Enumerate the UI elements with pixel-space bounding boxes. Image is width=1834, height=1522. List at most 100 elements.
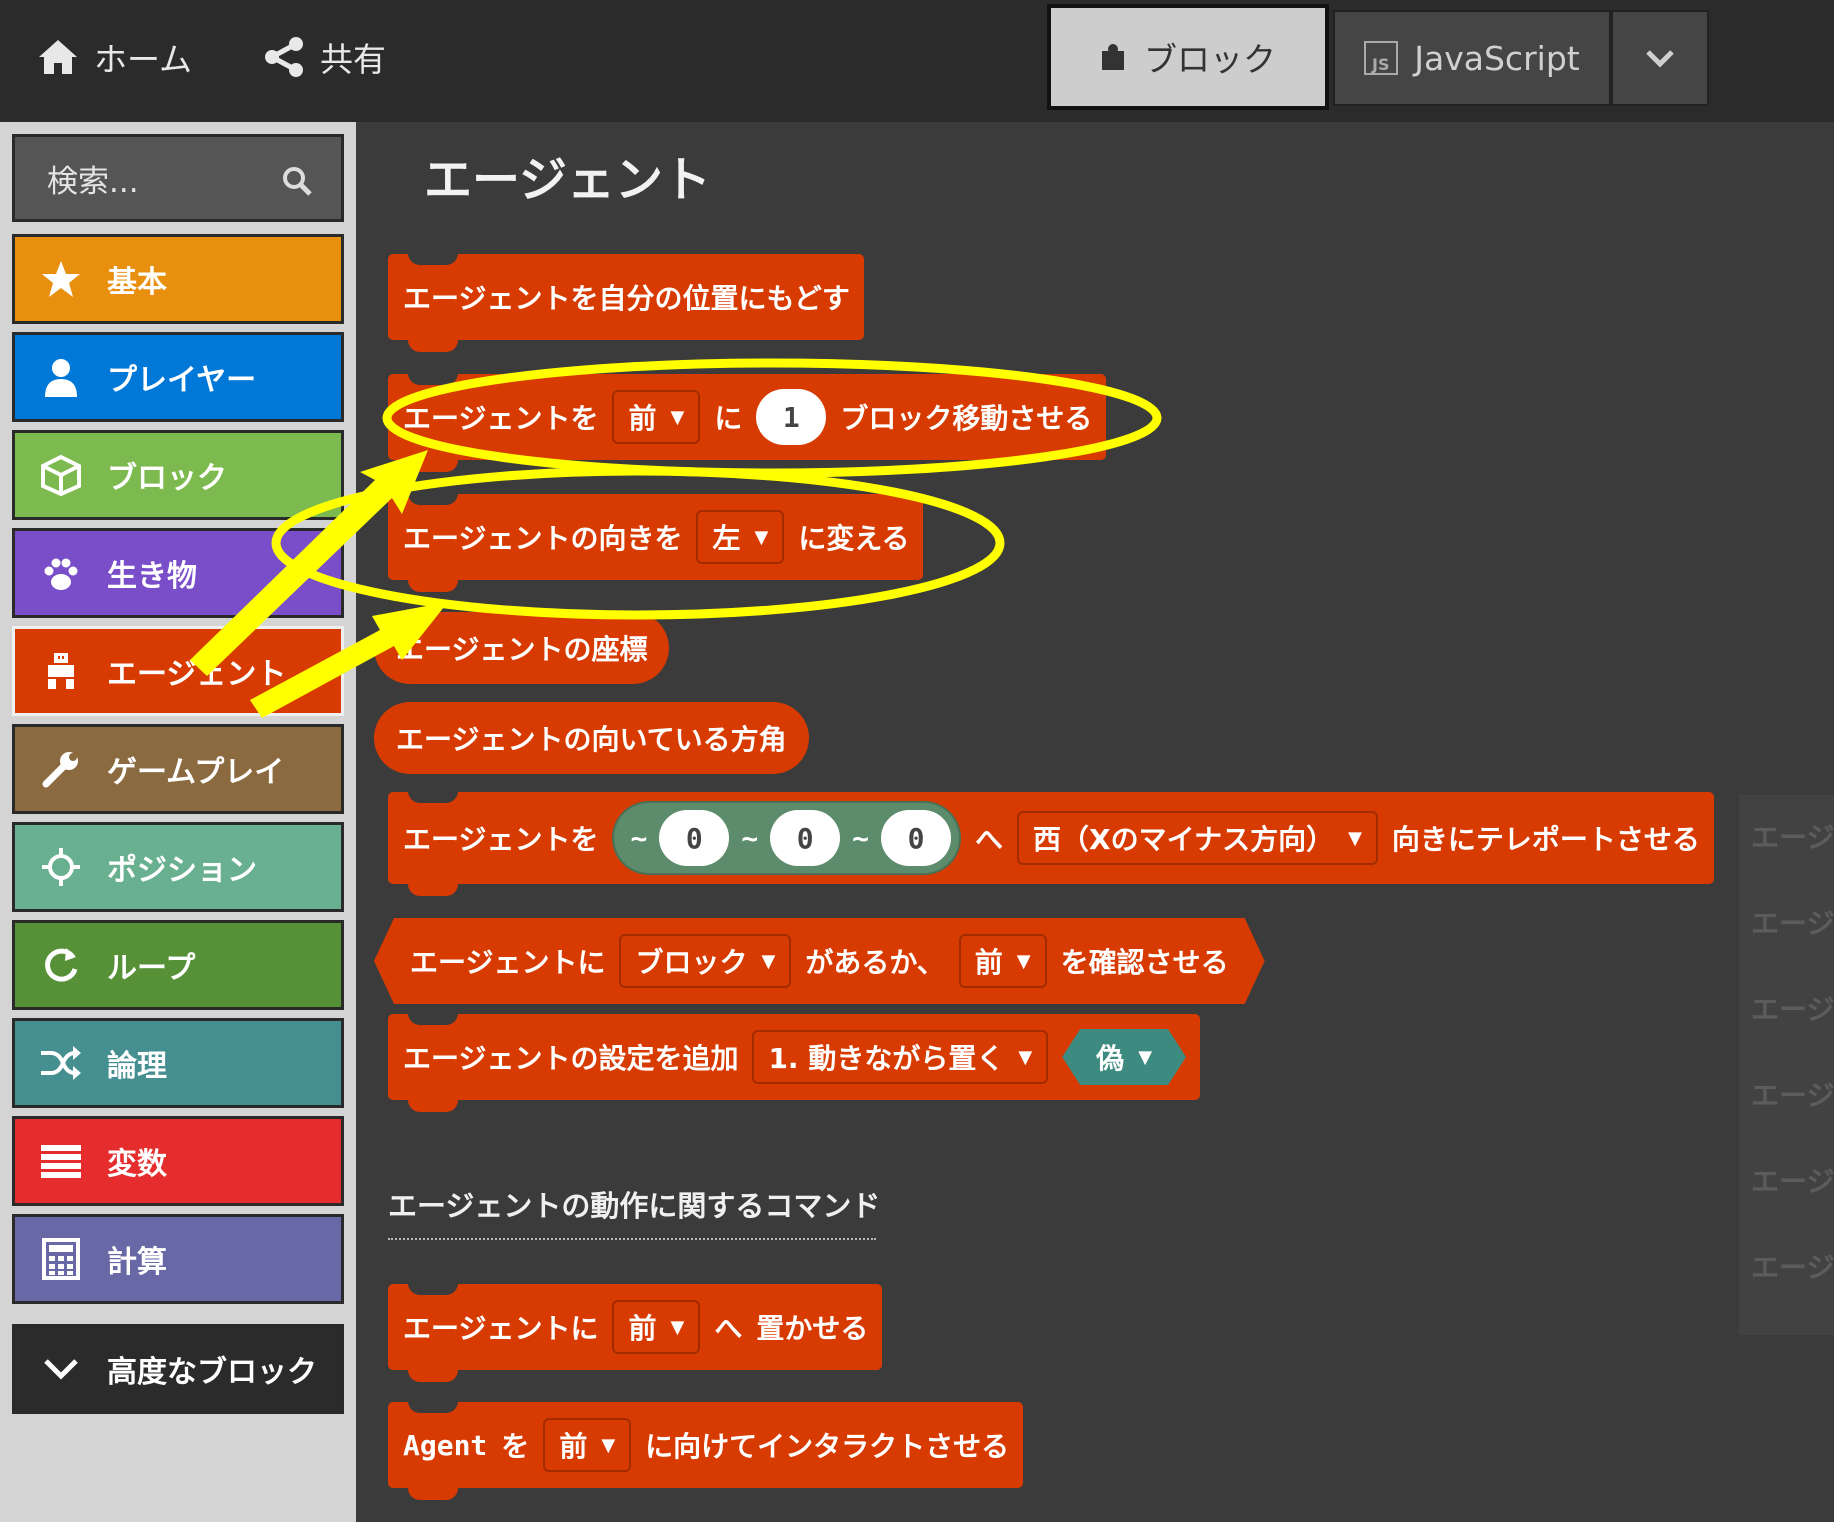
block-text: へ (714, 1312, 743, 1345)
detect-kind-dropdown[interactable]: ブロック ▼ (619, 934, 791, 988)
workspace-ghost-block: エージェ (1751, 1079, 1834, 1112)
category-mobs[interactable]: 生き物 (12, 528, 344, 618)
assist-option-dropdown[interactable]: 1. 動きながら置く ▼ (752, 1030, 1049, 1084)
javascript-editor-button[interactable]: JS JavaScript (1333, 10, 1611, 106)
share-button[interactable]: 共有 (262, 22, 386, 92)
workspace-ghost-block: エージェ (1751, 821, 1834, 854)
agent-icon (15, 626, 107, 716)
z-coordinate-input[interactable]: 0 (881, 810, 952, 866)
block-text: エージェントの座標 (396, 633, 648, 666)
category-basic[interactable]: 基本 (12, 234, 344, 324)
block-agent-teleport[interactable]: エージェントを ~ 0 ~ 0 ~ 0 へ 西（Xのマイナス方向） ▼ 向きにテレ… (388, 791, 1714, 896)
block-text: を確認させる (1060, 946, 1229, 979)
block-agent-place[interactable]: エージェントに 前 ▼ へ 置かせる (388, 1283, 883, 1382)
block-text: エージェントの向きを (403, 522, 683, 555)
wrench-icon (15, 724, 107, 814)
category-label: プレイヤー (107, 363, 257, 398)
category-label: ゲームプレイ (107, 755, 285, 790)
block-text: があるか、 (805, 946, 945, 979)
blocks-editor-button[interactable]: ブロック (1047, 4, 1329, 110)
caret-down-icon: ▼ (1018, 1046, 1033, 1068)
y-coordinate-input[interactable]: 0 (770, 810, 841, 866)
category-blocks[interactable]: ブロック (12, 430, 344, 520)
block-text: に変える (798, 522, 910, 555)
category-loops[interactable]: ループ (12, 920, 344, 1010)
turn-direction-dropdown[interactable]: 左 ▼ (696, 510, 785, 564)
category-math[interactable]: 計算 (12, 1214, 344, 1304)
dropdown-value: 左 (712, 522, 741, 555)
block-text: エージェントの向いている方角 (396, 723, 787, 756)
block-text: エージェントの設定を追加 (403, 1042, 739, 1075)
puzzle-icon (1102, 44, 1124, 70)
category-label: 計算 (107, 1245, 167, 1280)
category-label: ブロック (107, 461, 227, 496)
person-icon (15, 332, 107, 422)
editor-dropdown-button[interactable] (1611, 10, 1709, 106)
block-agent-turn[interactable]: エージェントの向きを 左 ▼ に変える (388, 493, 924, 592)
direction-dropdown[interactable]: 前 ▼ (612, 1300, 701, 1354)
workspace-ghost-block: エージェ (1751, 907, 1834, 940)
dropdown-value: 西（Xのマイナス方向） (1033, 823, 1335, 856)
svg-text:JS: JS (1371, 55, 1389, 74)
block-text: 向きにテレポートさせる (1391, 823, 1700, 856)
search-icon[interactable] (281, 165, 313, 197)
star-icon (15, 234, 107, 324)
block-agent-set-assist[interactable]: エージェントの設定を追加 1. 動きながら置く ▼ 偽 ▼ (388, 1013, 1201, 1112)
direction-dropdown[interactable]: 前 ▼ (959, 934, 1047, 988)
home-button[interactable]: ホーム (36, 22, 192, 92)
compass-direction-dropdown[interactable]: 西（Xのマイナス方向） ▼ (1017, 811, 1378, 865)
block-agent-direction[interactable]: エージェントの向いている方角 (374, 702, 809, 774)
search-box[interactable]: 検索... (12, 134, 344, 222)
top-bar: ホーム 共有 ブロック JS JavaScript (0, 0, 1834, 122)
block-agent-position[interactable]: エージェントの座標 (374, 612, 670, 684)
block-agent-teleport-to-player[interactable]: エージェントを自分の位置にもどす (388, 253, 864, 352)
home-label: ホーム (94, 40, 193, 79)
block-text: に向けてインタラクトさせる (645, 1430, 1010, 1463)
workspace-ghost-block: エージェ (1751, 993, 1834, 1026)
block-text: へ (975, 823, 1004, 856)
caret-down-icon: ▼ (601, 1434, 616, 1456)
category-label: 基本 (107, 265, 167, 300)
section-label: エージェントの動作に関するコマンド (388, 1189, 881, 1223)
boolean-dropdown[interactable]: 偽 ▼ (1062, 1029, 1186, 1085)
caret-down-icon: ▼ (761, 950, 776, 972)
block-agent-detect[interactable]: エージェントに ブロック ▼ があるか、 前 ▼ を確認させる (374, 918, 1265, 1004)
caret-down-icon: ▼ (1016, 950, 1031, 972)
cube-icon (15, 430, 107, 520)
javascript-editor-label: JavaScript (1414, 38, 1580, 78)
block-agent-interact[interactable]: Agent を 前 ▼ に向けてインタラクトさせる (388, 1401, 1024, 1500)
direction-dropdown[interactable]: 前 ▼ (543, 1418, 632, 1472)
category-agent[interactable]: エージェント (12, 626, 344, 716)
block-text: エージェントを自分の位置にもどす (403, 282, 850, 315)
category-logic[interactable]: 論理 (12, 1018, 344, 1108)
javascript-icon: JS (1364, 41, 1399, 75)
tilde-label: ~ (630, 821, 648, 855)
tilde-label: ~ (852, 821, 870, 855)
category-gameplay[interactable]: ゲームプレイ (12, 724, 344, 814)
category-label: エージェント (107, 657, 287, 692)
tilde-label: ~ (741, 821, 759, 855)
category-label: 生き物 (107, 559, 197, 594)
advanced-blocks-label: 高度なブロック (107, 1355, 317, 1390)
flyout-title: エージェント (424, 152, 712, 208)
advanced-blocks-toggle[interactable]: 高度なブロック (12, 1324, 344, 1414)
dropdown-value: 1. 動きながら置く (768, 1042, 1005, 1075)
dropdown-value: 偽 (1096, 1042, 1125, 1075)
caret-down-icon: ▼ (670, 406, 685, 428)
block-text: エージェントに (403, 1312, 599, 1345)
category-variables[interactable]: 変数 (12, 1116, 344, 1206)
position-input[interactable]: ~ 0 ~ 0 ~ 0 (612, 801, 962, 875)
distance-input[interactable]: 1 (756, 389, 827, 445)
block-text: に (714, 402, 743, 435)
home-icon (39, 40, 77, 74)
calculator-icon (15, 1214, 107, 1304)
block-text: ブロック移動させる (840, 402, 1093, 435)
category-positions[interactable]: ポジション (12, 822, 344, 912)
direction-dropdown[interactable]: 前 ▼ (612, 390, 701, 444)
block-text: エージェントを (403, 823, 599, 856)
x-coordinate-input[interactable]: 0 (659, 810, 730, 866)
category-player[interactable]: プレイヤー (12, 332, 344, 422)
chevron-down-icon (1646, 50, 1674, 68)
dropdown-value: 前 (628, 402, 657, 435)
block-agent-move[interactable]: エージェントを 前 ▼ に 1 ブロック移動させる (388, 373, 1107, 472)
